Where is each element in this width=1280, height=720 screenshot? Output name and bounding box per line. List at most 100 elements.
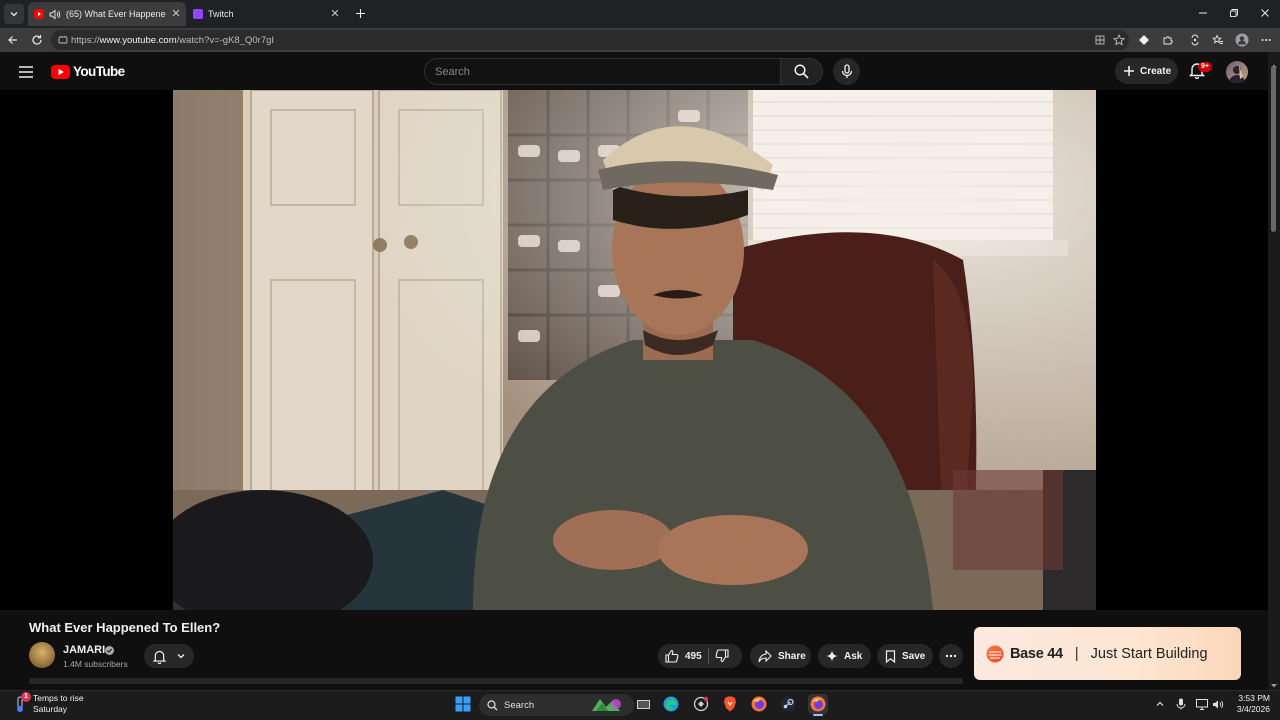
bookmark-icon <box>885 649 896 663</box>
close-tab-icon[interactable]: ✕ <box>170 8 182 20</box>
like-divider <box>707 648 709 664</box>
search-placeholder: Search <box>435 65 470 78</box>
steam-icon[interactable] <box>778 694 798 714</box>
app-available-icon[interactable] <box>1094 33 1106 45</box>
firefox-active-icon[interactable] <box>808 694 828 714</box>
search-input[interactable]: Search <box>424 58 781 85</box>
ask-button[interactable]: Ask <box>818 644 871 668</box>
restore-icon[interactable] <box>1224 4 1244 22</box>
hidden-icons-chevron-icon[interactable] <box>1154 698 1166 710</box>
back-arrow-icon[interactable] <box>4 31 22 49</box>
microphone-icon <box>841 64 852 78</box>
volume-icon[interactable] <box>1212 698 1224 710</box>
video-title: What Ever Happened To Ellen? <box>29 620 221 635</box>
ask-label: Ask <box>844 650 863 662</box>
microphone-tray-icon[interactable] <box>1175 698 1187 710</box>
create-label: Create <box>1140 65 1172 77</box>
share-arrow-icon <box>758 649 772 662</box>
search-button[interactable] <box>781 58 823 85</box>
search-icon <box>487 699 498 710</box>
account-avatar[interactable] <box>1226 61 1248 83</box>
subscriber-count: 1.4M subscribers <box>63 659 128 669</box>
windows-start-icon[interactable] <box>453 694 473 714</box>
chevron-down-icon <box>177 654 185 659</box>
taskbar-search-label: Search <box>504 699 535 711</box>
ad-tagline: Just Start Building <box>1090 645 1208 662</box>
edge-browser-icon[interactable] <box>661 694 681 714</box>
firefox-icon[interactable] <box>749 694 769 714</box>
system-clock[interactable]: 3:53 PM 3/4/2026 <box>1226 693 1270 715</box>
share-button[interactable]: Share <box>750 644 811 668</box>
like-count: 495 <box>685 650 702 662</box>
plus-icon <box>1124 66 1134 76</box>
ad-separator: | <box>1074 645 1079 662</box>
url-host: www.youtube.com <box>99 34 177 46</box>
search-highlight-icon[interactable] <box>590 695 628 713</box>
ad-brand: Base 44 <box>1010 645 1063 662</box>
save-button[interactable]: Save <box>877 644 933 668</box>
network-monitor-icon[interactable] <box>1196 698 1208 710</box>
tab-title: (65) What Ever Happened To Ellen? <box>66 9 166 19</box>
more-menu-icon[interactable] <box>1259 33 1273 47</box>
video-player[interactable] <box>0 90 1268 610</box>
hamburger-menu-icon[interactable] <box>19 65 33 78</box>
favorite-star-icon[interactable] <box>1112 33 1126 46</box>
more-actions-button[interactable] <box>939 644 963 668</box>
more-horizontal-icon <box>945 654 957 658</box>
youtube-logo-text: YouTube <box>73 64 125 79</box>
voice-search-button[interactable] <box>833 58 860 85</box>
tab-list-dropdown-icon[interactable] <box>4 4 24 24</box>
weather-widget[interactable]: Temps to rise Saturday <box>33 693 84 715</box>
channel-avatar[interactable] <box>29 642 55 668</box>
share-label: Share <box>778 650 806 662</box>
base44-logo-icon <box>986 645 1004 662</box>
sponsored-banner[interactable]: Base 44 | Just Start Building <box>974 627 1241 680</box>
weather-alert-badge: 1 <box>21 692 31 702</box>
youtube-logo[interactable]: YouTube <box>51 64 125 79</box>
new-tab-icon[interactable] <box>350 4 370 22</box>
dislike-button[interactable] <box>715 649 729 663</box>
close-window-icon[interactable] <box>1255 4 1275 22</box>
like-dislike-group: 495 <box>658 644 742 668</box>
create-button[interactable]: Create <box>1115 58 1178 84</box>
youtube-masthead: YouTube Search Create <box>0 52 1268 90</box>
video-still-image <box>173 90 1096 610</box>
scroll-down-arrow-icon[interactable] <box>1270 676 1278 688</box>
youtube-play-logo-icon <box>51 64 70 79</box>
address-bar[interactable]: https://www.youtube.com/watch?v=-gK8_Q0r… <box>51 30 1129 50</box>
task-view-icon[interactable] <box>633 694 653 714</box>
video-frame[interactable] <box>173 90 1096 610</box>
description-box-edge[interactable] <box>29 678 963 684</box>
profile-avatar-icon[interactable] <box>1235 33 1249 47</box>
clock-date: 3/4/2026 <box>1236 704 1270 714</box>
tab-youtube[interactable]: (65) What Ever Happened To Ellen? ✕ <box>28 2 186 26</box>
subscription-bell-button[interactable] <box>144 644 194 668</box>
active-app-indicator <box>813 714 823 716</box>
copilot-app-icon[interactable] <box>691 694 711 714</box>
refresh-icon[interactable] <box>28 31 46 49</box>
extension-diamond-icon[interactable] <box>1137 33 1151 47</box>
channel-name[interactable]: JAMARI <box>63 644 105 656</box>
thumbs-down-icon <box>715 649 729 663</box>
sparkle-icon <box>826 650 838 662</box>
brave-browser-icon[interactable] <box>720 694 740 714</box>
close-tab-icon[interactable]: ✕ <box>329 8 341 20</box>
favorites-list-icon[interactable] <box>1211 33 1225 47</box>
weather-day: Saturday <box>33 704 68 714</box>
scrollbar-thumb[interactable] <box>1271 66 1276 232</box>
minimize-icon[interactable] <box>1193 4 1213 22</box>
site-info-icon[interactable] <box>57 33 69 45</box>
browser-essentials-icon[interactable] <box>1188 33 1202 47</box>
tab-twitch[interactable]: Twitch ✕ <box>187 2 345 26</box>
clock-time: 3:53 PM <box>1238 693 1270 703</box>
url-scheme: https:// <box>71 34 100 46</box>
notification-count-badge: 9+ <box>1198 62 1212 72</box>
speaker-icon[interactable] <box>49 9 61 20</box>
like-button[interactable]: 495 <box>658 649 702 663</box>
extensions-puzzle-icon[interactable] <box>1161 33 1175 47</box>
thumbs-up-icon <box>665 649 679 663</box>
weather-headline: Temps to rise <box>33 693 84 703</box>
search-icon <box>794 64 809 79</box>
youtube-favicon-icon <box>34 9 44 19</box>
scroll-up-arrow-icon[interactable] <box>1270 56 1278 68</box>
